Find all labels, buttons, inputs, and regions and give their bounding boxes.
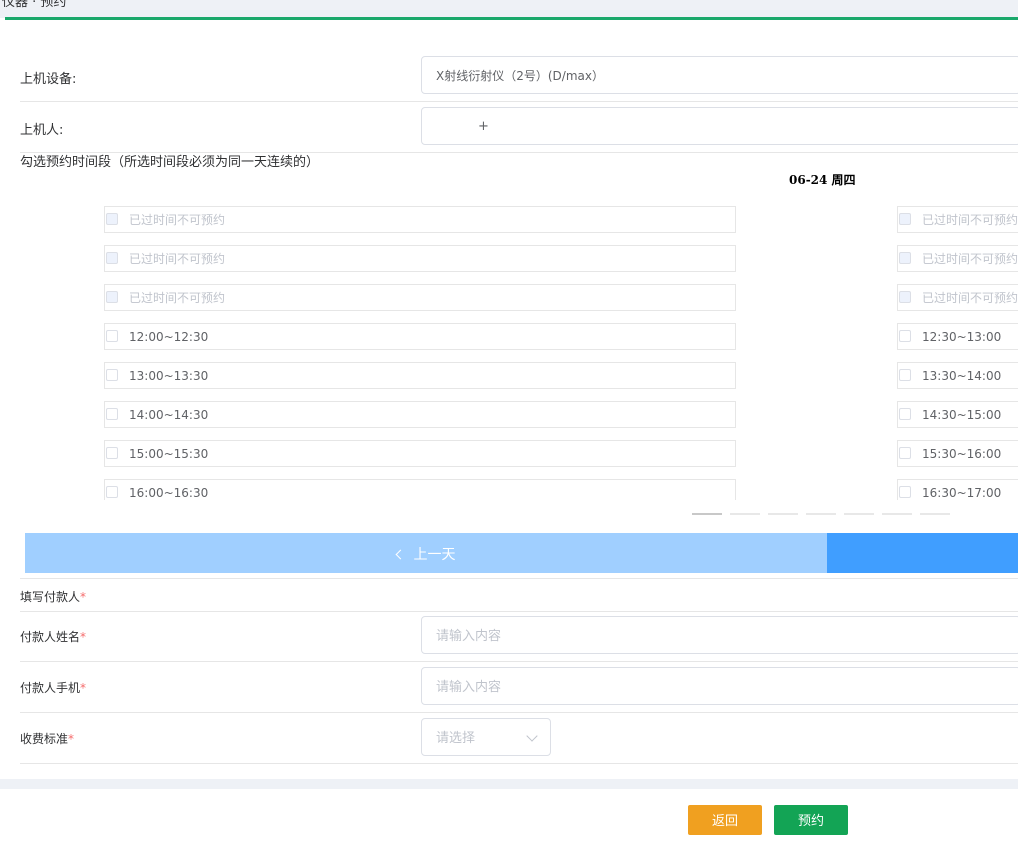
device-row: 上机设备: X射线衍射仪（2号）(D/max） — [20, 52, 1018, 102]
slot-label: 已过时间不可预约 — [129, 252, 226, 266]
slot-checkbox[interactable] — [899, 447, 911, 459]
payer-name-label: 付款人姓名* — [20, 630, 87, 644]
slot-checkbox[interactable] — [106, 408, 118, 420]
carousel-indicator[interactable] — [692, 513, 722, 515]
time-slot[interactable]: 13:30~14:00 — [897, 362, 1018, 389]
slot-checkbox[interactable] — [106, 486, 118, 498]
time-slot[interactable]: 16:30~17:00 — [897, 479, 1018, 500]
slot-checkbox — [899, 252, 911, 264]
carousel-indicator[interactable] — [768, 513, 798, 515]
slot-label: 13:30~14:00 — [922, 369, 1002, 383]
required-mark: * — [80, 681, 87, 695]
back-button[interactable]: 返回 — [688, 805, 762, 835]
device-label: 上机设备: — [20, 72, 77, 87]
device-field: X射线衍射仪（2号）(D/max） — [421, 56, 1018, 94]
fee-standard-row: 收费标准* 请选择 — [20, 713, 1018, 764]
time-slot[interactable]: 15:30~16:00 — [897, 440, 1018, 467]
payer-phone-row: 付款人手机* 请输入内容 — [20, 662, 1018, 713]
slot-label: 已过时间不可预约 — [922, 213, 1018, 227]
time-slot: 已过时间不可预约 — [104, 284, 736, 311]
slot-checkbox — [106, 252, 118, 264]
time-slot-carousel: 已过时间不可预约 已过时间不可预约 已过时间不可预约 12:00~12:30 13:00… — [0, 206, 1018, 500]
add-operator-button[interactable]: + — [421, 107, 1018, 145]
carousel-indicator[interactable] — [730, 513, 760, 515]
required-mark: * — [68, 732, 75, 746]
slot-label: 16:00~16:30 — [129, 486, 209, 500]
book-button[interactable]: 预约 — [774, 805, 848, 835]
slot-column-right: 已过时间不可预约 已过时间不可预约 已过时间不可预约 12:30~13:00 13:30… — [897, 206, 1018, 500]
slot-checkbox — [106, 213, 118, 225]
fee-standard-select[interactable]: 请选择 — [421, 718, 551, 756]
slot-label: 14:30~15:00 — [922, 408, 1002, 422]
slot-label: 16:30~17:00 — [922, 486, 1002, 500]
top-bar: 仪器 · 预约 — [0, 0, 1018, 18]
required-mark: * — [80, 590, 87, 604]
time-slot: 已过时间不可预约 — [897, 245, 1018, 272]
slot-checkbox[interactable] — [106, 447, 118, 459]
time-slot[interactable]: 12:00~12:30 — [104, 323, 736, 350]
slot-checkbox[interactable] — [899, 369, 911, 381]
required-mark: * — [80, 630, 87, 644]
payer-phone-label: 付款人手机* — [20, 681, 87, 695]
slot-label: 已过时间不可预约 — [129, 291, 226, 305]
slot-checkbox[interactable] — [899, 408, 911, 420]
time-slot[interactable]: 12:30~13:00 — [897, 323, 1018, 350]
breadcrumb: 仪器 · 预约 — [2, 0, 67, 10]
fee-standard-label: 收费标准* — [20, 732, 75, 746]
time-slot[interactable]: 13:00~13:30 — [104, 362, 736, 389]
slot-column-left: 已过时间不可预约 已过时间不可预约 已过时间不可预约 12:00~12:30 13:00… — [104, 206, 736, 500]
chevron-down-icon — [526, 730, 538, 742]
operator-row: 上机人: + — [20, 101, 1018, 153]
time-slot: 已过时间不可预约 — [104, 245, 736, 272]
slot-label: 14:00~14:30 — [129, 408, 209, 422]
slot-checkbox[interactable] — [106, 369, 118, 381]
time-slot: 已过时间不可预约 — [897, 206, 1018, 233]
prev-day-label: 上一天 — [413, 546, 456, 562]
fee-standard-placeholder: 请选择 — [436, 731, 476, 746]
slot-label: 15:00~15:30 — [129, 447, 209, 461]
slot-label: 已过时间不可预约 — [922, 252, 1018, 266]
slot-checkbox[interactable] — [899, 330, 911, 342]
slot-checkbox — [106, 291, 118, 303]
slot-label: 已过时间不可预约 — [129, 213, 226, 227]
operator-label: 上机人: — [20, 123, 64, 138]
carousel-indicator[interactable] — [806, 513, 836, 515]
prev-day-button[interactable]: 上一天 — [25, 533, 827, 573]
next-day-button[interactable] — [827, 533, 1018, 573]
payer-name-input[interactable]: 请输入内容 — [421, 616, 1018, 654]
chevron-left-icon — [395, 549, 405, 560]
footer-divider — [0, 779, 1018, 789]
payer-section-row: 填写付款人* — [20, 578, 1018, 612]
carousel-indicator[interactable] — [882, 513, 912, 515]
slot-checkbox[interactable] — [899, 486, 911, 498]
payer-name-row: 付款人姓名* 请输入内容 — [20, 611, 1018, 662]
slot-label: 13:00~13:30 — [129, 369, 209, 383]
slot-label: 15:30~16:00 — [922, 447, 1002, 461]
time-slot[interactable]: 14:30~15:00 — [897, 401, 1018, 428]
time-slot: 已过时间不可预约 — [897, 284, 1018, 311]
slot-section-title: 勾选预约时间段（所选时间段必须为同一天连续的） — [20, 155, 320, 170]
slot-label: 12:30~13:00 — [922, 330, 1002, 344]
time-slot[interactable]: 16:00~16:30 — [104, 479, 736, 500]
slot-label: 已过时间不可预约 — [922, 291, 1018, 305]
carousel-indicator[interactable] — [920, 513, 950, 515]
payer-phone-placeholder: 请输入内容 — [436, 680, 502, 695]
payer-section-label: 填写付款人* — [20, 590, 87, 604]
time-slot[interactable]: 15:00~15:30 — [104, 440, 736, 467]
slot-checkbox — [899, 291, 911, 303]
slot-date: 06-24 周四 — [789, 173, 856, 187]
payer-phone-input[interactable]: 请输入内容 — [421, 667, 1018, 705]
slot-checkbox — [899, 213, 911, 225]
carousel-indicator[interactable] — [844, 513, 874, 515]
time-slot[interactable]: 14:00~14:30 — [104, 401, 736, 428]
slot-label: 12:00~12:30 — [129, 330, 209, 344]
slot-checkbox[interactable] — [106, 330, 118, 342]
time-slot: 已过时间不可预约 — [104, 206, 736, 233]
payer-name-placeholder: 请输入内容 — [436, 629, 502, 644]
